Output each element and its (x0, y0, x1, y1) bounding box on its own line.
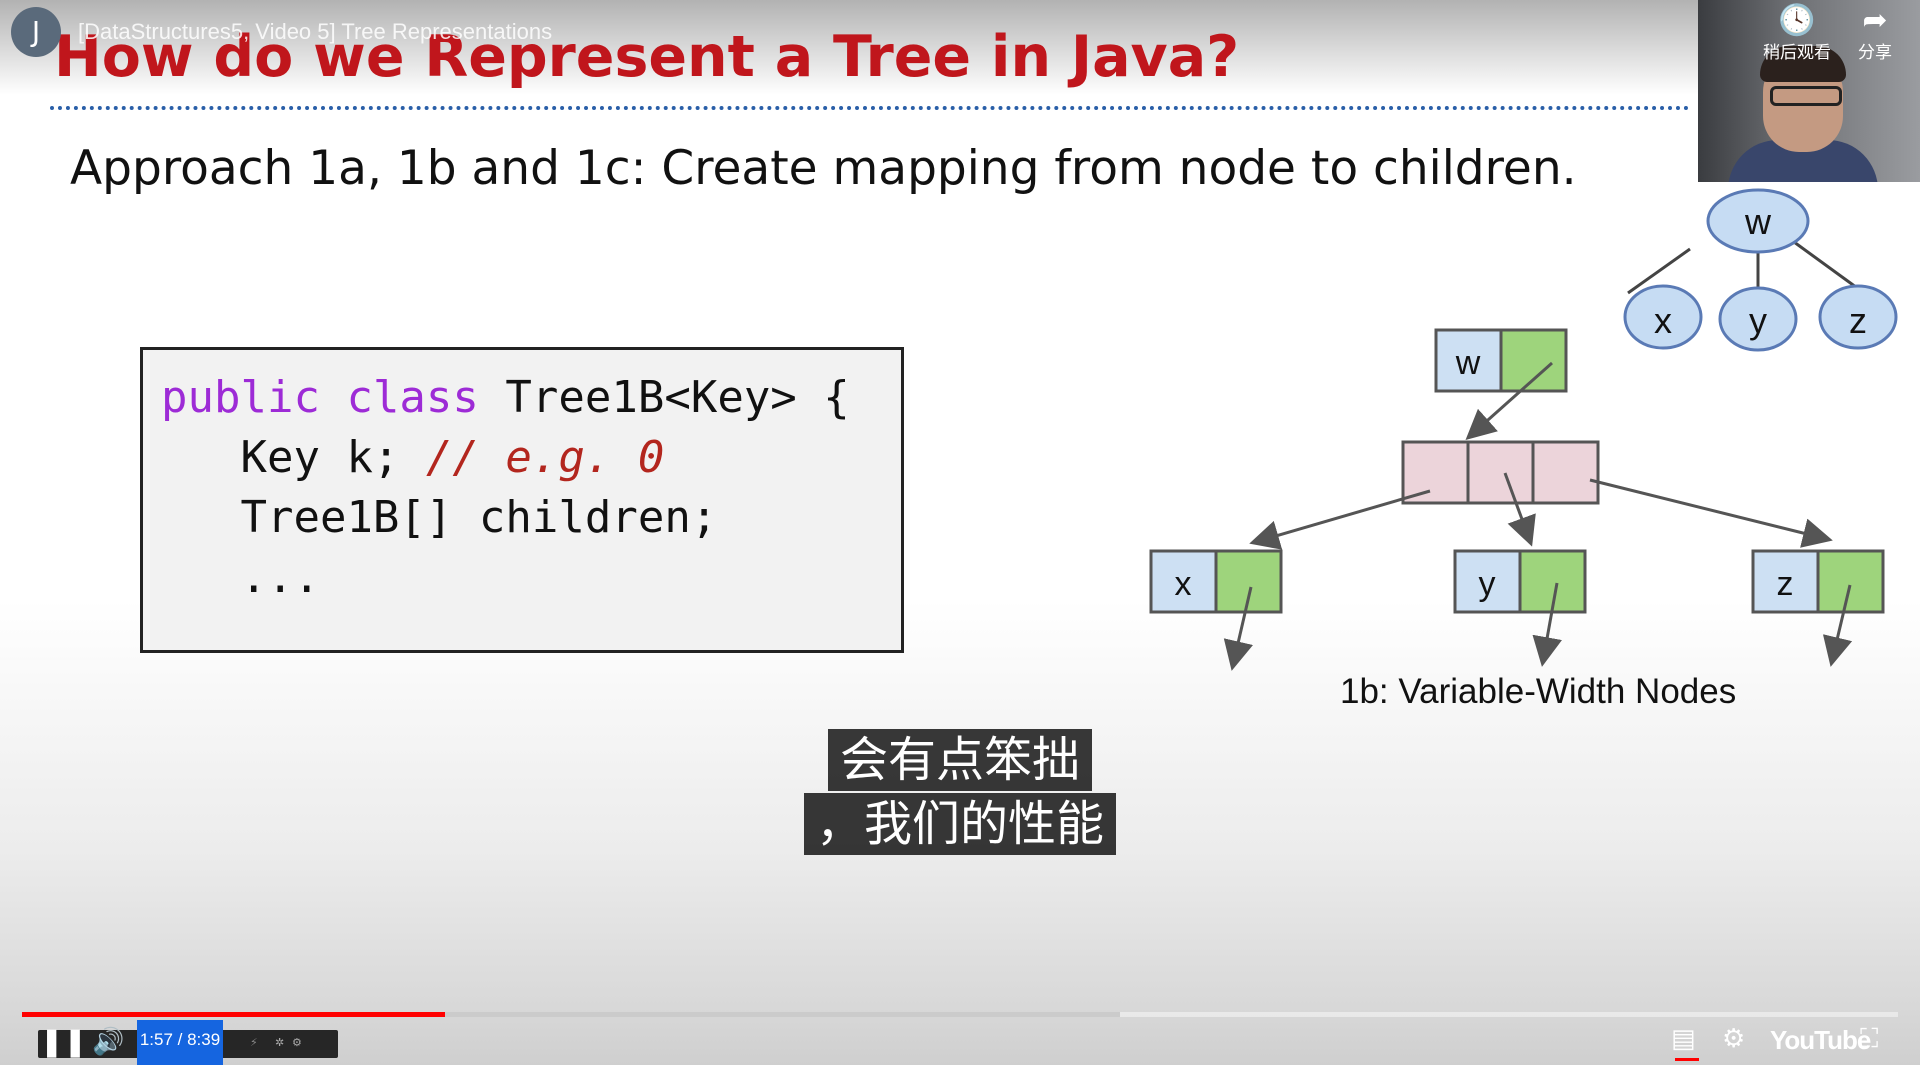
captions-icon[interactable]: ▤ (1671, 1024, 1696, 1054)
small-tree: w x y z (1623, 188, 1898, 352)
tree-node-y-label: y (1749, 300, 1767, 341)
node-x-label: x (1175, 565, 1192, 603)
node-x: x (1149, 549, 1283, 614)
speed-icon[interactable]: ⚡ (250, 1036, 258, 1049)
exit-fullscreen-icon[interactable]: ⛶ (1860, 1024, 1878, 1055)
time-display: 1:57 / 8:39 (137, 1020, 223, 1065)
gear-small-icon[interactable]: ⚙ (292, 1036, 302, 1049)
children-array (1401, 440, 1600, 505)
tree-diagram: w x y z w x y z (1149, 188, 1898, 671)
node-z: z (1751, 549, 1885, 614)
node-w: w (1434, 328, 1568, 393)
progress-played (22, 1012, 446, 1017)
youtube-logo[interactable]: YouTube (1770, 1025, 1871, 1056)
tree-node-w-label: w (1744, 201, 1772, 242)
crosshair-icon[interactable]: ✲ (275, 1036, 284, 1049)
captions-active-indicator (1675, 1058, 1699, 1061)
settings-icon[interactable]: ⚙ (1722, 1024, 1745, 1054)
node-z-label: z (1777, 565, 1794, 603)
node-y-label: y (1479, 565, 1496, 603)
node-y: y (1453, 549, 1587, 614)
pause-icon[interactable]: ❚❚ (40, 1028, 87, 1056)
tree-node-z-label: z (1849, 300, 1867, 341)
volume-icon[interactable]: 🔊 (92, 1028, 124, 1056)
diagram-caption: 1b: Variable-Width Nodes (1340, 672, 1737, 711)
node-w-label: w (1455, 344, 1481, 382)
subtitle-line-1: 会有点笨拙 (0, 729, 1920, 791)
tree-node-x-label: x (1654, 300, 1672, 341)
subtitle-line-2: ，我们的性能 (0, 793, 1920, 855)
